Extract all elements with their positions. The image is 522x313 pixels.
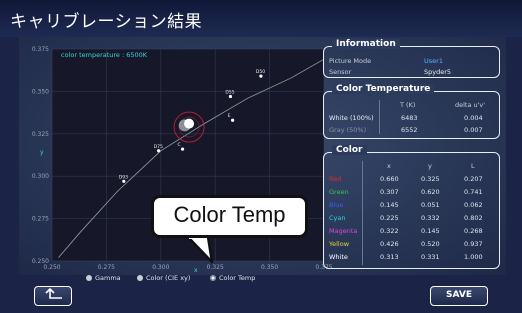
color-row-y: 0.520 (421, 240, 440, 248)
ct-row-label: White (100%) (329, 114, 374, 122)
color-row-x: 0.313 (380, 253, 399, 261)
radio-button-icon[interactable] (210, 275, 216, 281)
color-row-y: 0.325 (421, 175, 440, 183)
color-row-l: 0.802 (464, 214, 483, 222)
color-row-l: 0.268 (464, 227, 483, 235)
view-option-label: Gamma (95, 274, 121, 282)
x-tick-label: 0.250 (43, 264, 60, 271)
ct-header-t: T (K) (400, 101, 416, 109)
color-header-y: y (428, 162, 432, 170)
ct-row-t: 6552 (401, 126, 418, 134)
ct-row-label: Gray (50%) (329, 126, 367, 134)
information-title: Information (332, 39, 400, 49)
color-row-label: Red (329, 175, 342, 183)
reference-point-label: D55 (225, 89, 234, 95)
color-row-x: 0.145 (380, 201, 399, 209)
view-option-label: Color Temp (219, 274, 256, 282)
color-row-label: White (329, 253, 348, 261)
reference-point-label: D50 (256, 69, 265, 75)
color-row-l: 0.062 (464, 201, 483, 209)
picture-mode-value: User1 (424, 57, 443, 65)
color-row-y: 0.620 (421, 188, 440, 196)
picture-mode-label: Picture Mode (329, 57, 372, 65)
main-content: 0.250 0.275 0.300 0.325 0.350 0.375 0.375 0.350… (19, 37, 506, 275)
color-row-l: 0.741 (464, 188, 483, 196)
ct-row-t: 6483 (401, 114, 418, 122)
view-option-color-temp[interactable]: Color Temp (210, 274, 255, 282)
back-arrow-icon (45, 287, 62, 299)
color-row-x: 0.660 (380, 175, 399, 183)
color-row-x: 0.225 (380, 214, 399, 222)
ct-row-delta: 0.004 (464, 114, 483, 122)
color-row-x: 0.426 (380, 240, 399, 248)
view-option-label: Color (CIE xy) (146, 274, 191, 282)
color-row-l: 1.000 (464, 253, 483, 261)
y-axis-label: y (40, 149, 44, 156)
color-row-label: Green (329, 188, 349, 196)
color-row-l: 0.207 (464, 175, 483, 183)
color-row-y: 0.051 (421, 201, 440, 209)
color-row-x: 0.322 (380, 227, 399, 235)
save-button-label: SAVE (446, 290, 472, 300)
sensor-label: Sensor (329, 68, 352, 76)
view-option-color-cie-xy[interactable]: Color (CIE xy) (137, 274, 190, 282)
ct-row-delta: 0.007 (464, 126, 483, 134)
radio-button-icon[interactable] (86, 275, 92, 281)
sensor-value: Spyder5 (424, 68, 452, 76)
y-tick-label: 0.375 (32, 46, 49, 53)
information-panel: Information Picture Mode User1 Sensor Sp… (323, 39, 500, 78)
reference-point-label: D93 (119, 174, 128, 180)
color-panel: Color x y L Red 0.660 0.325 0.207 Green 0.307… (323, 145, 500, 269)
page-title: キャリブレーション結果 (10, 12, 203, 32)
color-row-x: 0.307 (380, 188, 399, 196)
back-button[interactable] (34, 286, 72, 306)
color-title: Color (332, 145, 367, 155)
color-row-y: 0.332 (421, 214, 440, 222)
y-tick-label: 0.250 (32, 258, 49, 265)
chart-title: color temperature : 6500K (61, 51, 148, 59)
color-row-y: 0.145 (421, 227, 440, 235)
x-axis-label: x (194, 267, 198, 274)
ct-header-delta: delta u'v' (455, 101, 486, 109)
callout-text: Color Temp (173, 202, 286, 227)
save-button[interactable]: SAVE (430, 286, 488, 306)
color-row-label: Cyan (329, 214, 346, 222)
measured-white-point (184, 118, 195, 129)
y-tick-label: 0.325 (32, 131, 49, 138)
color-row-label: Yellow (329, 240, 350, 248)
reference-point-label: C (178, 142, 181, 148)
reference-point (180, 147, 185, 151)
callout-box: Color Temp (151, 195, 308, 238)
ct-table-divider (379, 100, 380, 134)
x-tick-label: 0.300 (152, 264, 169, 271)
y-tick-label: 0.350 (32, 88, 49, 95)
y-tick-label: 0.300 (32, 173, 49, 180)
x-tick-label: 0.350 (261, 264, 278, 271)
color-temperature-panel: Color Temperature T (K) delta u'v' White… (323, 84, 500, 139)
color-row-label: Blue (329, 201, 344, 209)
color-table-divider (362, 161, 363, 265)
reference-point (231, 118, 235, 122)
reference-point-label: D75 (154, 144, 163, 150)
radio-button-icon[interactable] (137, 275, 143, 281)
color-header-l: L (471, 162, 475, 170)
title-bar: キャリブレーション結果 (0, 0, 522, 37)
view-option-gamma[interactable]: Gamma (86, 274, 121, 282)
color-temperature-title: Color Temperature (332, 84, 435, 94)
reference-point-label: E (228, 113, 231, 119)
callout-pointer (186, 236, 214, 264)
color-row-label: Magenta (329, 227, 358, 235)
color-row-l: 0.937 (464, 240, 483, 248)
x-tick-label: 0.275 (98, 264, 115, 271)
color-header-x: x (387, 162, 391, 170)
color-row-y: 0.331 (421, 253, 440, 261)
y-tick-label: 0.275 (32, 216, 49, 223)
